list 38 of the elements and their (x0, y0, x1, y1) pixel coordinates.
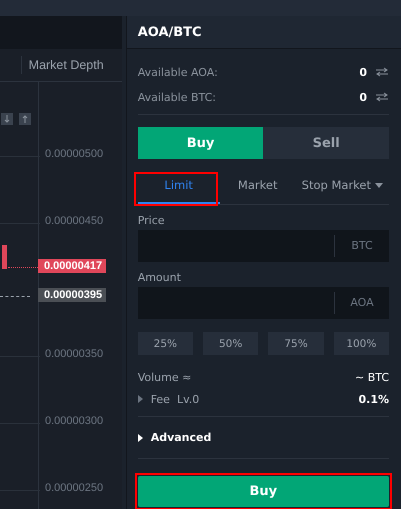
balance-label: Available BTC: (138, 90, 216, 104)
price-label: 0.00000395 (38, 288, 106, 302)
advanced-toggle[interactable]: Advanced (138, 431, 212, 444)
order-type-tab[interactable]: Limit (138, 168, 220, 204)
chart-tab[interactable]: Market Depth (28, 58, 104, 72)
unit-label: BTC (334, 235, 389, 257)
buy-button[interactable]: Buy (138, 476, 389, 507)
price-label: 0.00000417 (38, 258, 106, 273)
unit-label: AOA (334, 292, 389, 314)
pair-title: AOA/BTC (138, 24, 202, 40)
axis-label: 0.00000350 (45, 348, 104, 360)
transfer-icon (375, 92, 389, 102)
balance-label: Available AOA: (138, 66, 218, 78)
input-field[interactable]: BTC (138, 230, 389, 262)
input-field[interactable]: AOA (138, 287, 389, 319)
axis-label: 0.00000300 (45, 414, 104, 427)
down-icon (1, 113, 13, 125)
percent-button[interactable]: 100% (334, 332, 389, 355)
field-label: Price (138, 214, 166, 227)
axis-label: 0.00000500 (45, 148, 104, 160)
side-tab[interactable]: Buy (138, 127, 264, 159)
fee-value: 0.1% (358, 392, 389, 406)
percent-button[interactable]: 50% (203, 332, 258, 355)
order-type-tab[interactable]: Stop Market (296, 168, 389, 204)
balance-value: 0 (359, 66, 367, 78)
balance-value: 0 (359, 90, 367, 104)
volume-label: Volume ≈ (138, 370, 192, 384)
field-label: Amount (138, 271, 182, 284)
axis-label: 0.00000250 (45, 482, 104, 494)
transfer-icon (375, 67, 389, 77)
axis-label: 0.00000450 (45, 214, 104, 227)
percent-button[interactable]: 75% (268, 332, 324, 355)
order-type-tab[interactable]: Market (220, 168, 296, 204)
fee-toggle[interactable]: Fee Lv.0 (138, 392, 200, 406)
side-tab[interactable]: Sell (263, 127, 389, 159)
volume-value: ~ BTC (354, 370, 389, 384)
percent-button[interactable]: 25% (138, 332, 194, 355)
up-icon (19, 113, 31, 125)
